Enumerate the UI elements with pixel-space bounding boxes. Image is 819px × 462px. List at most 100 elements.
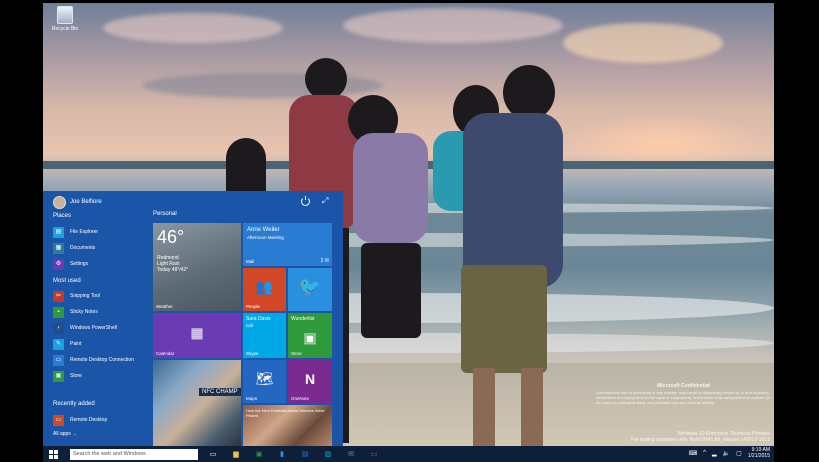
- power-icon[interactable]: [301, 196, 310, 206]
- most-used-item-label: Snipping Tool: [70, 293, 100, 299]
- network-icon[interactable]: ▂: [712, 450, 717, 457]
- tile-label: Store: [291, 351, 302, 356]
- keyboard-icon[interactable]: ⌨: [688, 450, 697, 457]
- all-apps-link[interactable]: All apps →: [53, 431, 77, 437]
- remote-desktop-icon[interactable]: ▭: [366, 446, 382, 462]
- mail-count: 2 ✉: [321, 258, 329, 264]
- tile-photos[interactable]: NFC CHAMP: [153, 360, 241, 446]
- places-item-label: Settings: [70, 261, 89, 267]
- man-shorts: [461, 265, 547, 373]
- tile-calendar[interactable]: ▦ Calendar: [153, 313, 241, 358]
- remote-desktop-icon: ▭: [53, 414, 64, 426]
- tile-label: Skype: [246, 351, 259, 356]
- tile-label: OneNote: [291, 396, 310, 401]
- tile-maps[interactable]: 🗺 Maps: [243, 360, 286, 403]
- tile-store[interactable]: Wunderlist ▣ Store: [288, 313, 332, 358]
- confidential-watermark: Microsoft Confidential Unauthorized use …: [596, 383, 771, 406]
- mail-from: Anne Weiler: [247, 227, 280, 233]
- recently-added-item-remote-desktop[interactable]: ▭ Remote Desktop: [53, 414, 107, 426]
- photos-icon[interactable]: ▨: [320, 446, 336, 462]
- recently-added-header: Recently added: [53, 401, 95, 407]
- places-item-documents[interactable]: ▦ Documents: [53, 242, 95, 254]
- tile-mail[interactable]: Anne Weiler Afternoon Meeting Mail 2 ✉: [243, 223, 332, 266]
- cloud: [103, 13, 283, 43]
- tile-label: Weather: [156, 304, 173, 309]
- remote-desktop-icon: ▭: [53, 354, 64, 366]
- scissors-icon: ✂: [53, 290, 64, 302]
- most-used-item-sticky-notes[interactable]: ▪ Sticky Notes: [53, 306, 98, 318]
- build-info: Windows 10 Enterprise Technical Preview …: [631, 431, 770, 443]
- tile-twitter[interactable]: 🐦: [288, 268, 332, 311]
- onenote-icon: N: [304, 370, 316, 387]
- store-caption: Wunderlist: [291, 316, 315, 322]
- outlook-icon[interactable]: ▮: [274, 446, 290, 462]
- tile-weather[interactable]: 46° Redmond Light Rain Today 48°/42° Wea…: [153, 223, 241, 311]
- places-item-label: File Explorer: [70, 229, 99, 235]
- personal-header: Personal: [153, 211, 177, 217]
- tile-people[interactable]: 👥 People: [243, 268, 286, 311]
- weather-temp: 46°: [157, 227, 185, 247]
- places-item-file-explorer[interactable]: ▤ File Explorer: [53, 226, 98, 238]
- chevron-up-icon[interactable]: ^: [703, 450, 706, 456]
- most-used-item-snipping-tool[interactable]: ✂ Snipping Tool: [53, 290, 100, 302]
- search-placeholder: Search the web and Windows: [73, 451, 146, 457]
- most-used-item-store[interactable]: ▣ Store: [53, 370, 82, 382]
- tile-label: People: [246, 304, 261, 309]
- girl-dress: [353, 133, 428, 243]
- start-menu: Joe Belfiore ⤢ Places ▤ File Explorer ▦ …: [43, 191, 343, 446]
- most-used-header: Most used: [53, 278, 81, 284]
- expand-icon[interactable]: ⤢: [322, 196, 328, 206]
- word-icon[interactable]: ▤: [297, 446, 313, 462]
- skype-from: Sara Davis: [246, 316, 271, 322]
- girl-skirt: [361, 243, 421, 338]
- mail-subject: Afternoon Meeting: [247, 235, 284, 240]
- news-caption: How the Next Emerald Award Winners Were …: [246, 408, 325, 418]
- man-leg: [473, 368, 495, 446]
- tile-onenote[interactable]: N OneNote: [288, 360, 332, 403]
- calendar-icon: ▦: [190, 324, 204, 341]
- user-name: Joe Belfiore: [70, 199, 102, 205]
- places-item-label: Documents: [70, 245, 96, 251]
- cloud: [343, 8, 563, 43]
- tile-news[interactable]: How the Next Emerald Award Winners Were …: [243, 405, 332, 446]
- most-used-item-label: Windows PowerShell: [70, 325, 117, 331]
- recycle-bin-icon: [57, 6, 73, 24]
- skype-status: call: [246, 323, 253, 328]
- user-account[interactable]: Joe Belfiore: [53, 195, 102, 209]
- recycle-bin[interactable]: Recycle Bin: [51, 6, 79, 32]
- most-used-item-label: Sticky Notes: [70, 309, 98, 315]
- store-icon[interactable]: ▣: [251, 446, 267, 462]
- clock-date: 1/21/2015: [747, 453, 770, 459]
- man-leg: [521, 368, 543, 446]
- task-view-icon[interactable]: ▭: [205, 446, 221, 462]
- envelope-icon: ✉: [324, 258, 329, 264]
- recently-added-item-label: Remote Desktop: [70, 417, 108, 423]
- cloud: [563, 23, 723, 63]
- system-tray: ⌨ ^ ▂ 🔈 ▢ 9:19 AM 1/21/2015: [688, 447, 770, 459]
- search-box[interactable]: Search the web and Windows: [70, 448, 198, 460]
- weather-today: Today 48°/42°: [157, 267, 189, 273]
- taskbar: Search the web and Windows ▭ ▆ ▣ ▮ ▤ ▨ ✉…: [43, 446, 774, 462]
- mail-icon[interactable]: ✉: [343, 446, 359, 462]
- avatar: [53, 195, 66, 209]
- volume-icon[interactable]: 🔈: [723, 450, 730, 457]
- file-explorer-icon[interactable]: ▆: [228, 446, 244, 462]
- confidential-title: Microsoft Confidential: [657, 383, 710, 389]
- most-used-item-powershell[interactable]: › Windows PowerShell: [53, 322, 117, 334]
- people-icon: 👥: [255, 278, 274, 295]
- confidential-body: Unauthorized use or disclosure in any ma…: [596, 390, 771, 405]
- places-item-settings[interactable]: ⚙ Settings: [53, 258, 88, 270]
- most-used-item-label: Paint: [70, 341, 82, 347]
- twitter-bird-icon: 🐦: [298, 276, 322, 297]
- tile-skype[interactable]: Sara Davis call Skype: [243, 313, 286, 358]
- notifications-icon[interactable]: ▢: [736, 450, 742, 457]
- weather-details: Redmond Light Rain Today 48°/42°: [157, 255, 188, 273]
- most-used-item-paint[interactable]: ✎ Paint: [53, 338, 81, 350]
- most-used-item-remote-desktop-connection[interactable]: ▭ Remote Desktop Connection: [53, 354, 134, 366]
- powershell-icon: ›: [53, 322, 64, 334]
- start-button[interactable]: [43, 446, 63, 462]
- places-header: Places: [53, 213, 72, 219]
- most-used-item-label: Store: [70, 373, 82, 379]
- clock[interactable]: 9:19 AM 1/21/2015: [748, 447, 770, 459]
- store-bag-icon: ▣: [303, 329, 317, 346]
